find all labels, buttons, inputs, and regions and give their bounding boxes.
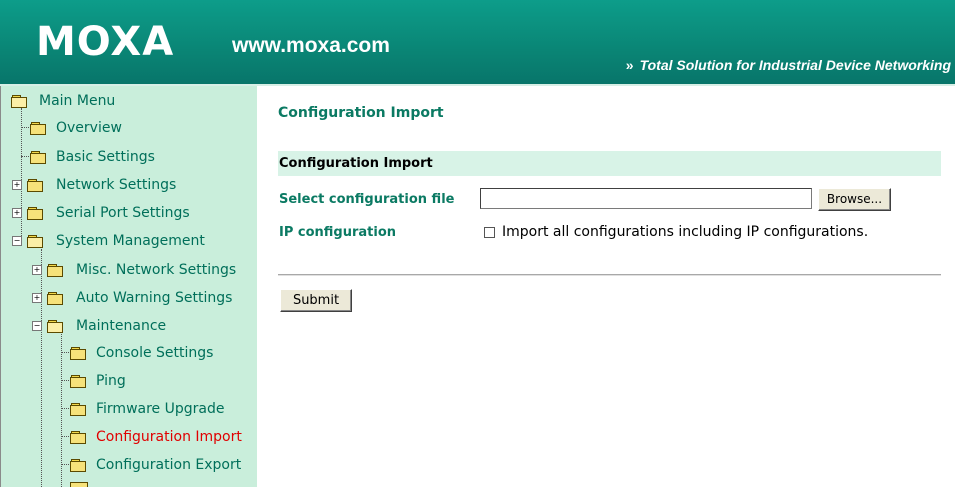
double-chevron-icon: »	[625, 57, 634, 73]
menu-item-label: Configuration Import	[96, 429, 242, 445]
menu-item-label: Configuration Export	[96, 457, 242, 473]
page-title: Configuration Import	[278, 105, 444, 121]
folder-icon	[27, 207, 43, 220]
browse-button[interactable]: Browse...	[818, 188, 891, 211]
tree-line	[21, 108, 22, 242]
tree-line	[61, 352, 69, 353]
header-tagline: » Total Solution for Industrial Device Ne…	[626, 56, 951, 74]
submit-button[interactable]: Submit	[280, 289, 352, 312]
import-ip-checkbox[interactable]	[484, 227, 495, 238]
import-ip-checkbox-label[interactable]: Import all configurations including IP c…	[502, 224, 868, 240]
site-url[interactable]: www.moxa.com	[232, 34, 390, 58]
tree-line	[61, 464, 69, 465]
menu-item-label: Overview	[56, 120, 122, 136]
folder-icon	[30, 122, 46, 135]
page-header: MOXA www.moxa.com » Total Solution for In…	[0, 0, 955, 84]
expand-plus-icon[interactable]: +	[12, 208, 22, 218]
menu-item-label: Ping	[96, 373, 126, 389]
tree-line	[61, 408, 69, 409]
menu-item-label: Basic Settings	[56, 149, 155, 165]
folder-icon	[70, 403, 86, 416]
folder-icon	[70, 459, 86, 472]
open-folder-icon	[27, 235, 43, 248]
form-divider	[278, 274, 941, 276]
folder-icon	[70, 431, 86, 444]
folder-icon	[70, 375, 86, 388]
tree-line	[61, 380, 69, 381]
collapse-minus-icon[interactable]: −	[12, 236, 22, 246]
menu-item-label: Main Menu	[39, 93, 116, 109]
ip-configuration-label: IP configuration	[279, 225, 397, 240]
expand-plus-icon[interactable]: +	[32, 293, 42, 303]
folder-icon	[27, 179, 43, 192]
folder-icon	[30, 151, 46, 164]
open-folder-icon	[47, 320, 63, 333]
moxa-logo: MOXA	[36, 19, 175, 65]
tree-line	[21, 156, 29, 157]
select-file-label: Select configuration file	[279, 192, 455, 207]
tree-line	[21, 127, 29, 128]
folder-icon	[70, 482, 88, 487]
config-file-input[interactable]	[480, 188, 812, 209]
tagline-text: Total Solution for Industrial Device Net…	[639, 57, 951, 73]
sidebar-menu: Main Menu Overview Basic Settings + Netw…	[0, 86, 258, 487]
tree-line	[61, 436, 69, 437]
menu-item-label: Serial Port Settings	[56, 205, 190, 221]
expand-plus-icon[interactable]: +	[32, 265, 42, 275]
menu-item-label: Auto Warning Settings	[76, 290, 233, 306]
expand-plus-icon[interactable]: +	[12, 180, 22, 190]
sidebar-divider	[257, 86, 258, 487]
tree-line	[41, 249, 42, 487]
folder-icon	[70, 347, 86, 360]
section-title: Configuration Import	[279, 156, 433, 171]
menu-item-label: Network Settings	[56, 177, 177, 193]
collapse-minus-icon[interactable]: −	[32, 321, 42, 331]
open-folder-icon	[11, 95, 27, 108]
menu-item-label: Firmware Upgrade	[96, 401, 225, 417]
menu-item-label: Misc. Network Settings	[76, 262, 237, 278]
menu-item-label: Maintenance	[76, 318, 167, 334]
folder-icon	[47, 264, 63, 277]
menu-item-label: System Management	[56, 233, 205, 249]
folder-icon	[47, 292, 63, 305]
menu-item-label: Console Settings	[96, 345, 214, 361]
